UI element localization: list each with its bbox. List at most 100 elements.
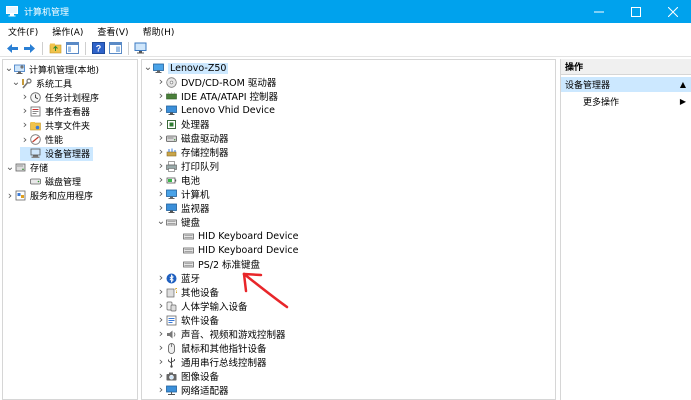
show-hide-tree-button[interactable] bbox=[64, 41, 80, 56]
collapse-arrow-icon[interactable]: ⌄ bbox=[11, 76, 21, 90]
expand-arrow-icon[interactable]: › bbox=[156, 75, 166, 89]
device-tree-item[interactable]: ⌄ 键盘 bbox=[156, 215, 201, 230]
minimize-button[interactable] bbox=[580, 0, 617, 23]
collapse-arrow-icon[interactable]: ⌄ bbox=[143, 61, 153, 75]
forward-button[interactable] bbox=[21, 41, 37, 56]
expand-arrow-icon[interactable]: › bbox=[156, 299, 166, 313]
device-tree-label: 键盘 bbox=[181, 218, 201, 229]
close-button[interactable] bbox=[654, 0, 691, 23]
collapse-arrow-icon[interactable]: ⌄ bbox=[4, 62, 14, 76]
device-tree-item[interactable]: › 声音、视频和游戏控制器 bbox=[156, 327, 286, 341]
expand-arrow-icon[interactable]: › bbox=[156, 187, 166, 201]
imaging-device-icon bbox=[166, 371, 177, 382]
console-tree-icon bbox=[65, 42, 79, 54]
device-tree-item[interactable]: ›?其他设备 bbox=[156, 285, 219, 299]
console-tree-item[interactable]: › 服务和应用程序 bbox=[5, 189, 93, 203]
actions-header: 操作 bbox=[561, 59, 691, 75]
expand-arrow-icon[interactable]: › bbox=[156, 159, 166, 173]
menu-action[interactable]: 操作(A) bbox=[52, 25, 83, 38]
console-tree-item[interactable]: › 性能 bbox=[20, 133, 63, 147]
console-tree-item[interactable]: › 任务计划程序 bbox=[20, 90, 99, 104]
help-button[interactable]: ? bbox=[90, 41, 106, 56]
expand-arrow-icon[interactable]: › bbox=[5, 189, 15, 203]
forward-arrow-icon bbox=[23, 43, 35, 53]
keyboard-icon bbox=[183, 245, 194, 256]
scan-hardware-button[interactable] bbox=[133, 41, 149, 56]
expand-arrow-icon[interactable]: › bbox=[156, 271, 166, 285]
device-tree-item[interactable]: HID Keyboard Device bbox=[173, 243, 298, 257]
device-tree-item[interactable]: › 蓝牙 bbox=[156, 271, 200, 285]
device-tree-item[interactable]: › 鼠标和其他指针设备 bbox=[156, 341, 267, 355]
actions-device-manager-section[interactable]: 设备管理器 ▲ bbox=[561, 77, 691, 92]
device-tree-item[interactable]: › 图像设备 bbox=[156, 369, 219, 383]
properties-button[interactable] bbox=[107, 41, 123, 56]
device-tree-item[interactable]: › Lenovo Vhid Device bbox=[156, 103, 275, 117]
device-tree-item[interactable]: HID Keyboard Device bbox=[173, 229, 298, 243]
more-actions-label: 更多操作 bbox=[583, 98, 620, 108]
console-tree-item[interactable]: 设备管理器 bbox=[20, 146, 94, 161]
device-tree-item[interactable]: › 打印队列 bbox=[156, 159, 219, 173]
device-tree-item[interactable]: › 计算机 bbox=[156, 187, 210, 201]
expand-arrow-icon[interactable]: › bbox=[156, 103, 166, 117]
device-tree-label: 磁盘驱动器 bbox=[181, 134, 229, 145]
device-tree-item[interactable]: › 存储控制器 bbox=[156, 145, 229, 159]
device-tree-item[interactable]: › 监视器 bbox=[156, 201, 210, 215]
device-tree-label: 电池 bbox=[181, 176, 201, 187]
expand-arrow-icon[interactable]: › bbox=[156, 341, 166, 355]
usb-icon bbox=[166, 357, 177, 368]
expand-arrow-icon[interactable]: › bbox=[20, 118, 30, 132]
expand-arrow-icon[interactable]: › bbox=[156, 313, 166, 327]
device-tree-item[interactable]: ⌄ Lenovo-Z50 bbox=[143, 61, 229, 75]
device-tree-item[interactable]: › 电池 bbox=[156, 173, 200, 187]
device-tree-item[interactable]: PS/2 标准键盘 bbox=[173, 257, 260, 271]
collapse-arrow-icon[interactable]: ⌄ bbox=[5, 161, 15, 175]
console-tree-item[interactable]: › 事件查看器 bbox=[20, 104, 90, 118]
more-actions-item[interactable]: 更多操作 ▶ bbox=[561, 94, 691, 109]
sound-icon bbox=[166, 329, 177, 340]
device-tree-item[interactable]: › 通用串行总线控制器 bbox=[156, 355, 267, 369]
expand-arrow-icon[interactable]: › bbox=[20, 104, 30, 118]
device-tree-item[interactable]: › 网络适配器 bbox=[156, 383, 229, 397]
bluetooth-icon bbox=[166, 273, 177, 284]
menu-view[interactable]: 查看(V) bbox=[97, 25, 128, 38]
toolbar: ? bbox=[0, 40, 691, 57]
expand-arrow-icon[interactable]: › bbox=[156, 145, 166, 159]
device-tree-item[interactable]: › 软件设备 bbox=[156, 313, 219, 327]
device-tree-label: 声音、视频和游戏控制器 bbox=[181, 330, 286, 341]
device-tree-item[interactable]: › IDE ATA/ATAPI 控制器 bbox=[156, 89, 278, 103]
console-tree-item[interactable]: ⌄ 计算机管理(本地) bbox=[4, 62, 99, 76]
up-level-button[interactable] bbox=[47, 41, 63, 56]
maximize-button[interactable] bbox=[617, 0, 654, 23]
expand-arrow-icon[interactable]: › bbox=[20, 133, 30, 147]
expand-arrow-icon[interactable]: › bbox=[156, 117, 166, 131]
device-tree-item[interactable]: › 处理器 bbox=[156, 117, 210, 131]
device-tree-label: 打印队列 bbox=[181, 162, 220, 173]
expand-arrow-icon[interactable]: › bbox=[156, 173, 166, 187]
console-tree-item[interactable]: ⌄ 存储 bbox=[5, 161, 48, 175]
expand-arrow-icon[interactable]: › bbox=[20, 90, 30, 104]
console-tree-label: 事件查看器 bbox=[45, 107, 91, 118]
device-tree-label: DVD/CD-ROM 驱动器 bbox=[181, 78, 277, 89]
device-tree-item[interactable]: › DVD/CD-ROM 驱动器 bbox=[156, 75, 277, 89]
menu-file[interactable]: 文件(F) bbox=[8, 25, 38, 38]
expand-arrow-icon[interactable]: › bbox=[156, 369, 166, 383]
menu-help[interactable]: 帮助(H) bbox=[143, 25, 175, 38]
actions-section-label: 设备管理器 bbox=[565, 81, 611, 91]
console-tree-item[interactable]: ⌄ 系统工具 bbox=[11, 76, 72, 90]
collapse-arrow-icon[interactable]: ⌄ bbox=[156, 215, 166, 229]
console-tree-item[interactable]: › 共享文件夹 bbox=[20, 118, 90, 132]
expand-arrow-icon[interactable]: › bbox=[156, 327, 166, 341]
expand-arrow-icon[interactable]: › bbox=[156, 201, 166, 215]
device-tree-item[interactable]: › 人体学输入设备 bbox=[156, 299, 248, 313]
device-tree-item[interactable]: › 磁盘驱动器 bbox=[156, 131, 229, 145]
expand-arrow-icon[interactable]: › bbox=[156, 285, 166, 299]
computer-management-icon bbox=[6, 6, 18, 17]
monitor-scan-icon bbox=[134, 42, 147, 54]
expand-arrow-icon[interactable]: › bbox=[156, 355, 166, 369]
expand-arrow-icon[interactable]: › bbox=[156, 383, 166, 397]
back-button[interactable] bbox=[4, 41, 20, 56]
console-tree-item[interactable]: 磁盘管理 bbox=[20, 175, 81, 189]
device-tree-label: PS/2 标准键盘 bbox=[198, 260, 261, 271]
expand-arrow-icon[interactable]: › bbox=[156, 89, 166, 103]
expand-arrow-icon[interactable]: › bbox=[156, 131, 166, 145]
